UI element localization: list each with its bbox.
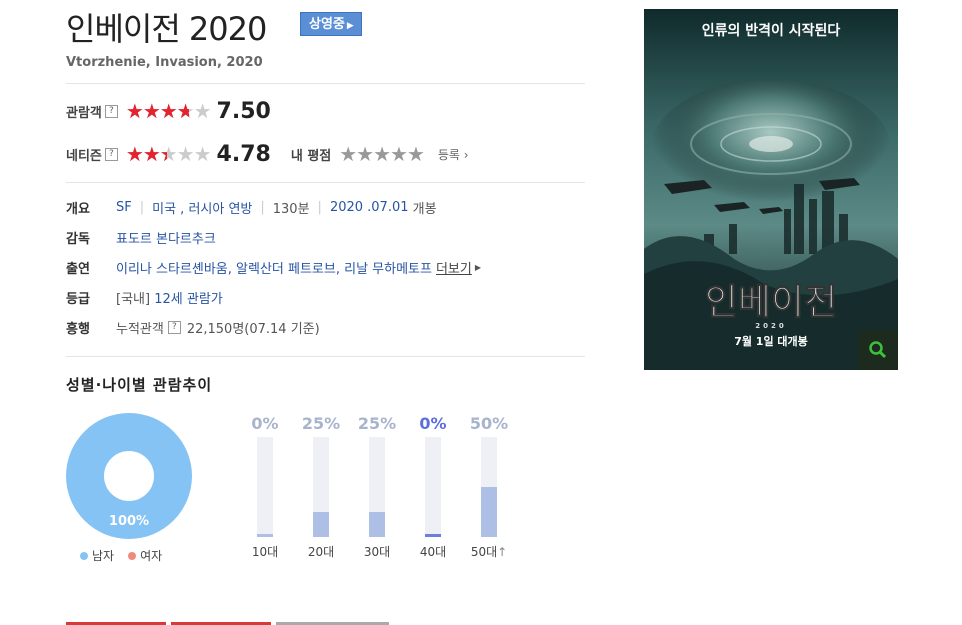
netizen-stars: ★★★★★★★★★★ [125,142,212,166]
release-suffix: 개봉 [412,201,437,217]
overview-row: 개요 SF | 미국 , 러시아 연방 | 130분 | 2020 .07.01… [66,198,437,217]
director-row: 감독 표도르 본다르추크 [66,222,481,252]
age-bar-fill [425,534,441,537]
age-label: 20대 [307,545,335,559]
grade-link[interactable]: 12세 관람가 [154,288,223,307]
legend-male: 남자 [80,547,114,564]
now-showing-badge[interactable]: 상영중 ▶ [300,12,362,36]
age-bar-3: 0% 40대 [408,414,458,560]
director-label: 감독 [66,231,90,247]
divider [66,356,585,357]
age-pct: 25% [357,414,397,433]
legend-female: 여자 [128,547,162,564]
age-bar-1: 25% 20대 [296,414,346,560]
box-office-prefix: 누적관객 [116,321,164,337]
gender-donut-chart: 100% [66,413,192,539]
male-pct-label: 100% [109,514,149,529]
age-bar-0: 0% 10대 [240,414,290,560]
help-icon[interactable]: ? [104,104,118,118]
netizen-rating: 네티즌 ? ★★★★★★★★★★ 4.78 내 평점 ★★★★★ 등록 › [66,141,469,167]
my-rating-label: 내 평점 [290,148,332,164]
cast-label: 출연 [66,261,90,277]
country-link[interactable]: 미국 , 러시아 연방 [152,198,252,217]
divider [66,83,585,84]
audience-score: 7.50 [216,98,271,124]
divider [66,182,585,183]
netizen-label: 네티즌 [66,148,102,164]
age-pct: 25% [301,414,341,433]
age-bar-track [481,437,497,537]
release-date-link[interactable]: 2020 .07.01 [330,200,409,215]
age-bar-track [425,437,441,537]
help-icon[interactable]: ? [104,147,118,161]
movie-poster[interactable]: 인류의 반격이 시작된다 인베이전 2020 7월 1일 대개봉 [644,9,898,370]
poster-release: 7월 1일 대개봉 [734,334,808,348]
zoom-button[interactable] [858,330,898,370]
grade-label: 등급 [66,291,90,307]
age-label: 30대 [363,545,391,559]
my-rating-stars[interactable]: ★★★★★ [339,142,425,166]
more-cast-link[interactable]: 더보기 [436,258,472,277]
age-bar-fill [369,512,385,537]
arrow-up-icon: ↑ [497,545,508,559]
age-bar-2: 25% 30대 [352,414,402,560]
grade-row: 등급 [국내] 12세 관람가 [66,282,481,312]
age-bar-fill [313,512,329,537]
cast-links[interactable]: 이리나 스타르셴바움, 알렉산더 페트로브, 리날 무하메토프 [116,258,432,277]
age-bar-track [257,437,273,537]
box-office-row: 흥행 누적관객 ? 22,150명(07.14 기준) [66,312,481,342]
grade-prefix: [국내] [116,291,151,307]
chevron-right-icon: ▶ [474,262,482,272]
poster-tagline: 인류의 반격이 시작된다 [702,22,841,39]
overview-label: 개요 [66,201,90,217]
chevron-right-icon: ▶ [346,21,354,31]
donut-hole [104,451,154,501]
age-label: 40대 [419,545,447,559]
age-bar-track [313,437,329,537]
cast-row: 출연 이리나 스타르셴바움, 알렉산더 페트로브, 리날 무하메토프 더보기 ▶ [66,252,481,282]
poster-year: 2020 [755,322,786,330]
director-link[interactable]: 표도르 본다르추크 [116,228,216,247]
age-pct: 0% [251,414,279,433]
box-office-label: 흥행 [66,321,90,337]
poster-image: 인류의 반격이 시작된다 인베이전 2020 7월 1일 대개봉 [644,9,898,370]
age-pct: 50% [469,414,509,433]
poster-title: 인베이전 [705,282,837,323]
audience-rating: 관람객 ? ★★★★★★★★★★ 7.50 [66,98,271,124]
age-label: 50대↑ [470,545,508,559]
age-bar-fill [257,534,273,537]
age-pct: 0% [419,414,447,433]
age-label: 10대 [251,545,279,559]
status-badge-label: 상영중 [309,17,345,32]
help-icon[interactable]: ? [167,320,181,334]
genre-link[interactable]: SF [116,200,132,215]
movie-title: 인베이전 2020 [66,10,267,48]
box-office-value: 22,150명(07.14 기준) [186,321,320,337]
original-title: Vtorzhenie, Invasion, 2020 [66,55,263,70]
audience-stars: ★★★★★★★★★★ [125,99,212,123]
movie-info: 개요 SF | 미국 , 러시아 연방 | 130분 | 2020 .07.01… [66,192,481,342]
gender-legend: 남자 여자 [80,547,162,564]
age-bar-fill [481,487,497,537]
netizen-score: 4.78 [216,141,271,167]
age-bar-4: 50% 50대↑ [464,414,514,560]
register-rating-link[interactable]: 등록 › [438,146,469,163]
runtime: 130분 [272,201,310,217]
age-bar-track [369,437,385,537]
audience-label: 관람객 [66,105,102,121]
trend-section-title: 성별·나이별 관람추이 [66,376,213,394]
search-icon [869,341,887,359]
